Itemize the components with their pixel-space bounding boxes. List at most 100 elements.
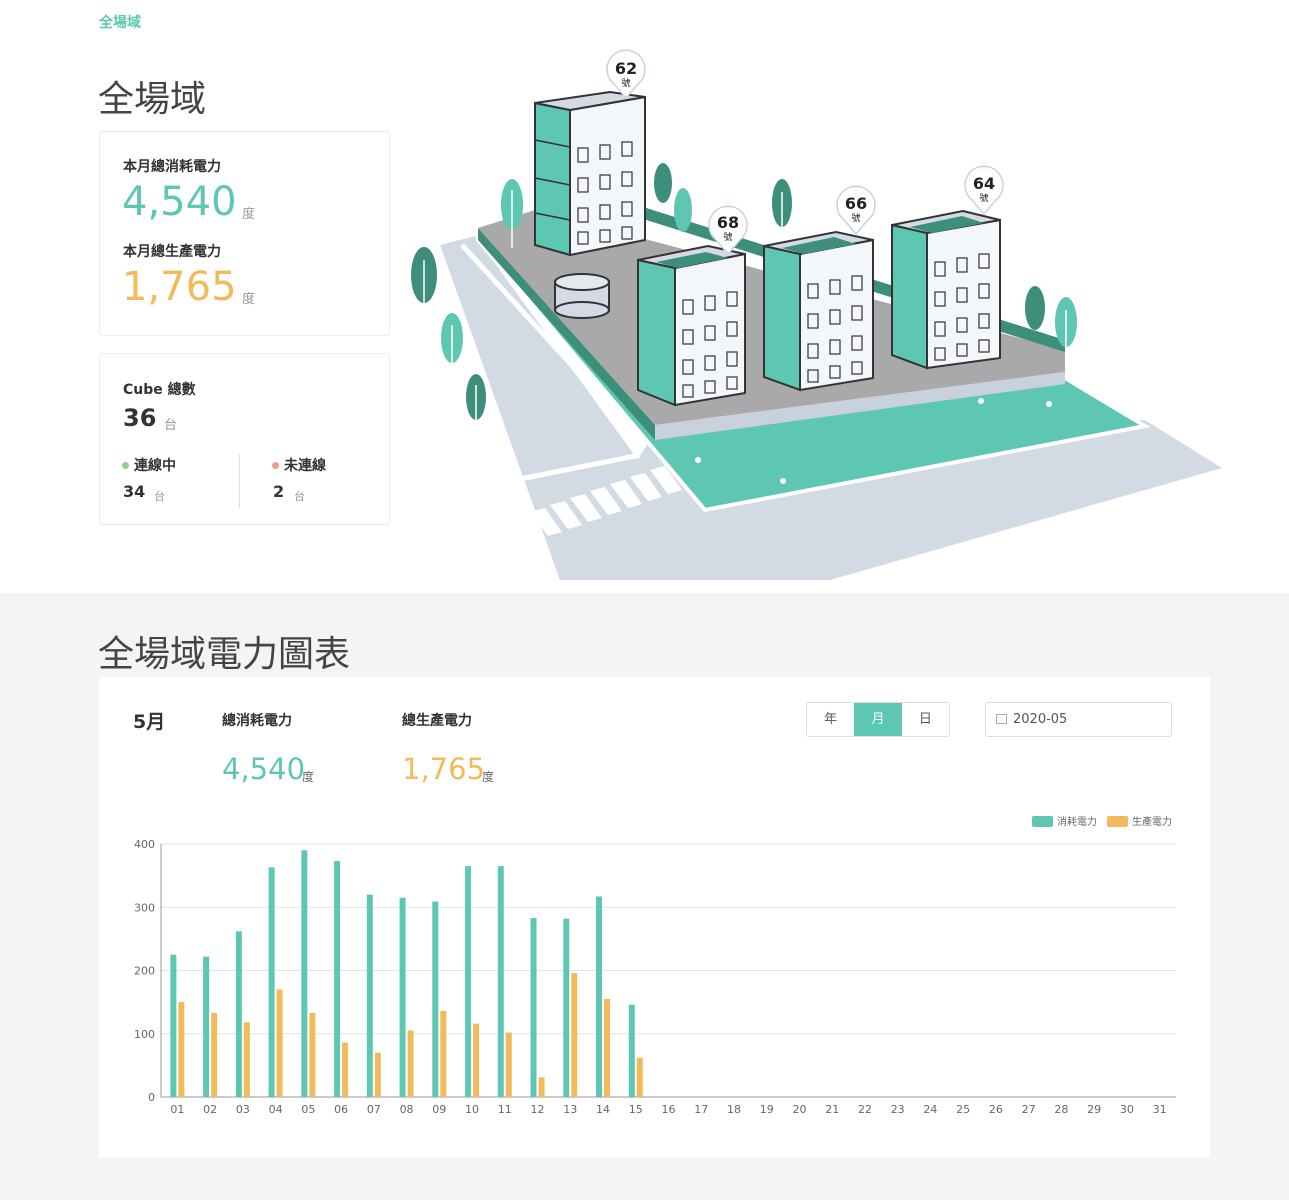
bar-generation[interactable] <box>505 1032 512 1097</box>
building-marker-66[interactable]: 66 號 <box>836 185 876 236</box>
svg-text:號: 號 <box>851 212 860 224</box>
period-selector: 年 月 日 <box>806 702 950 737</box>
bar-consumption[interactable] <box>497 866 504 1097</box>
bar-consumption[interactable] <box>530 918 537 1097</box>
x-tick-label: 04 <box>269 1103 283 1116</box>
x-tick-label: 26 <box>989 1103 1003 1116</box>
breadcrumb[interactable]: 全場域 <box>99 12 141 32</box>
x-tick-label: 27 <box>1022 1103 1036 1116</box>
x-tick-label: 11 <box>498 1103 512 1116</box>
bar-generation[interactable] <box>473 1023 480 1097</box>
bar-generation[interactable] <box>243 1022 250 1097</box>
bar-generation[interactable] <box>342 1042 349 1097</box>
svg-text:62: 62 <box>615 59 637 78</box>
total-consumption-value: 4,540 <box>222 752 306 786</box>
building-66[interactable] <box>763 230 874 392</box>
cube-total-value: 36 <box>123 404 157 432</box>
x-tick-label: 12 <box>531 1103 545 1116</box>
bar-consumption[interactable] <box>399 897 406 1097</box>
x-tick-label: 28 <box>1054 1103 1068 1116</box>
svg-text:號: 號 <box>723 231 732 243</box>
building-62[interactable] <box>534 90 646 257</box>
x-tick-label: 07 <box>367 1103 381 1116</box>
x-tick-label: 03 <box>236 1103 250 1116</box>
bar-generation[interactable] <box>178 1002 185 1097</box>
page-title: 全場域 <box>98 79 207 120</box>
svg-text:號: 號 <box>979 192 988 204</box>
x-tick-label: 23 <box>891 1103 905 1116</box>
bar-consumption[interactable] <box>366 894 373 1097</box>
offline-unit: 台 <box>294 490 305 503</box>
x-tick-label: 09 <box>432 1103 446 1116</box>
offline-value: 2 <box>273 482 285 501</box>
x-tick-label: 18 <box>727 1103 741 1116</box>
date-picker[interactable]: 2020-05 <box>985 702 1172 737</box>
x-tick-label: 08 <box>400 1103 414 1116</box>
offline-dot-icon <box>272 461 279 469</box>
y-tick-label: 300 <box>134 901 155 914</box>
consumption-unit: 度 <box>242 207 256 222</box>
bar-consumption[interactable] <box>301 850 308 1097</box>
legend-item-consumption[interactable]: 消耗電力 <box>1032 813 1097 828</box>
tab-year[interactable]: 年 <box>807 703 854 736</box>
x-tick-label: 21 <box>825 1103 839 1116</box>
chart-legend: 消耗電力 生產電力 <box>1032 813 1172 828</box>
bar-generation[interactable] <box>211 1012 218 1097</box>
x-tick-label: 24 <box>923 1103 937 1116</box>
y-tick-label: 100 <box>134 1028 155 1041</box>
bar-consumption[interactable] <box>465 866 472 1097</box>
bar-consumption[interactable] <box>628 1004 635 1097</box>
bar-consumption[interactable] <box>596 896 603 1097</box>
bar-consumption[interactable] <box>334 861 341 1097</box>
bar-consumption[interactable] <box>170 954 177 1097</box>
online-value: 34 <box>123 482 146 501</box>
bar-consumption[interactable] <box>203 956 210 1097</box>
tab-month[interactable]: 月 <box>854 703 902 736</box>
building-68[interactable] <box>637 244 746 407</box>
building-marker-64[interactable]: 64 號 <box>964 165 1004 216</box>
total-consumption-unit: 度 <box>302 770 315 784</box>
bar-generation[interactable] <box>440 1010 447 1097</box>
bar-generation[interactable] <box>571 973 578 1097</box>
consumption-label: 本月總消耗電力 <box>123 159 221 175</box>
y-tick-label: 400 <box>134 838 155 851</box>
generation-value: 1,765 <box>122 264 237 310</box>
bar-consumption[interactable] <box>432 901 439 1097</box>
bar-generation[interactable] <box>374 1052 381 1097</box>
overview-section: 全場域 全場域 本月總消耗電力 4,540 度 本月總生產電力 1,765 度 … <box>0 0 1289 593</box>
bar-generation[interactable] <box>407 1030 414 1097</box>
power-bar-chart: 0 100 200 300 400 01 02 03 04 05 06 07 08 09 10 11 12 13 1… <box>134 838 1176 1116</box>
bar-consumption[interactable] <box>563 918 570 1097</box>
tab-day[interactable]: 日 <box>902 703 949 736</box>
x-tick-label: 31 <box>1153 1103 1167 1116</box>
bar-generation[interactable] <box>276 989 283 1097</box>
online-label: 連線中 <box>122 455 176 475</box>
x-tick-label: 14 <box>596 1103 610 1116</box>
chart-section-title: 全場域電力圖表 <box>98 634 351 675</box>
legend-item-generation[interactable]: 生產電力 <box>1107 813 1172 828</box>
bar-consumption[interactable] <box>268 867 275 1097</box>
bar-generation[interactable] <box>538 1077 545 1097</box>
x-tick-label: 05 <box>301 1103 315 1116</box>
x-tick-label: 16 <box>662 1103 676 1116</box>
y-tick-label: 200 <box>134 965 155 978</box>
bar-generation[interactable] <box>604 998 611 1097</box>
offline-label: 未連線 <box>272 455 326 475</box>
x-tick-label: 15 <box>629 1103 643 1116</box>
generation-label: 本月總生產電力 <box>123 244 221 260</box>
svg-text:68: 68 <box>717 213 739 232</box>
cube-summary-card: Cube 總數 36 台 連線中 34 台 未連線 2 台 <box>99 353 390 525</box>
svg-text:號: 號 <box>621 77 630 89</box>
campus-illustration: 62 號 68 號 66 號 64 號 <box>411 49 1222 580</box>
online-unit: 台 <box>154 490 165 503</box>
building-64[interactable] <box>891 209 1001 370</box>
legend-swatch <box>1107 815 1128 827</box>
chart-section: 全場域電力圖表 5月 總消耗電力 4,540 度 總生產電力 1,765 度 年… <box>0 593 1289 1200</box>
cube-total-label: Cube 總數 <box>123 382 196 398</box>
building-marker-62[interactable]: 62 號 <box>606 49 646 100</box>
legend-swatch <box>1032 815 1053 827</box>
bar-consumption[interactable] <box>235 931 242 1097</box>
bar-generation[interactable] <box>309 1012 316 1097</box>
bar-generation[interactable] <box>636 1057 643 1097</box>
x-tick-label: 19 <box>760 1103 774 1116</box>
